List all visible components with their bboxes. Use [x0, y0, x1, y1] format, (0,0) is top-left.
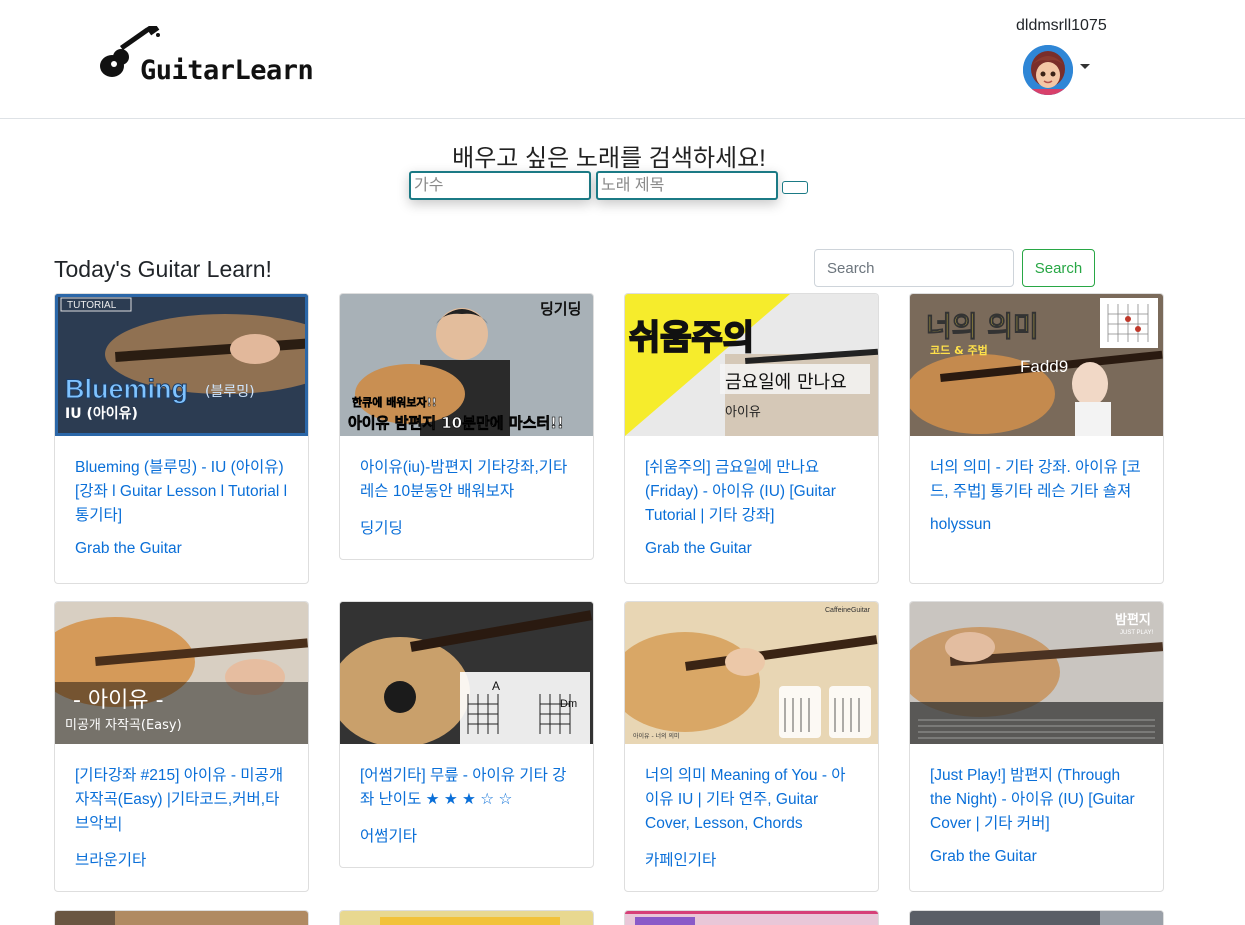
- video-card[interactable]: 딩기딩 한큐에 배워보자!! 아이유 밤편지 10분만에 마스터!! 아이유(i…: [339, 293, 594, 560]
- thumb-channel: 딩기딩: [540, 300, 581, 318]
- thumb-chord-dm: Dm: [560, 698, 577, 710]
- user-avatar[interactable]: [1023, 45, 1073, 95]
- channel-link[interactable]: holyssun: [930, 516, 1143, 534]
- video-card-partial[interactable]: [339, 910, 594, 925]
- thumb-title: 너의 의미: [926, 310, 1039, 343]
- video-card[interactable]: A Dm [어썸기타] 무릎 - 아이유 기타 강좌 난이도 ★ ★ ★ ☆ ☆…: [339, 601, 594, 868]
- thumb-title: 밤편지: [1115, 612, 1151, 628]
- video-title-link[interactable]: 너의 의미 Meaning of You - 아이유 IU | 기타 연주, G…: [645, 764, 858, 836]
- search-input[interactable]: [814, 249, 1014, 287]
- thumb-title: 아이유 - 너의 의미: [633, 732, 680, 740]
- thumb-title: 쉬움주의: [629, 318, 754, 358]
- video-thumbnail[interactable]: A Dm: [340, 602, 593, 744]
- video-card[interactable]: 쉬움주의 금요일에 만나요 아이유 [쉬움주의] 금요일에 만나요 (Frida…: [624, 293, 879, 584]
- thumb-title: - 아이유 -: [73, 688, 164, 713]
- thumb-tag: TUTORIAL: [67, 300, 117, 311]
- video-thumbnail[interactable]: 너의 의미 코드 & 주법 Fadd9: [910, 294, 1163, 436]
- video-card-partial[interactable]: [624, 910, 879, 925]
- video-card[interactable]: - 아이유 - 미공개 자작곡(Easy) [기타강좌 #215] 아이유 - …: [54, 601, 309, 892]
- thumb-subtitle: 코드 & 주법: [930, 343, 988, 357]
- video-card-partial[interactable]: [54, 910, 309, 925]
- video-card-partial[interactable]: [909, 910, 1164, 925]
- video-card[interactable]: CaffeineGuitar 아이유 - 너의 의미 너의 의미 Meaning…: [624, 601, 879, 892]
- video-thumbnail: [625, 911, 878, 925]
- top-navbar: GuitarLearn dldmsrll1075: [0, 0, 1245, 119]
- video-title-link[interactable]: [기타강좌 #215] 아이유 - 미공개 자작곡(Easy) |기타코드,커버…: [75, 764, 288, 836]
- channel-link[interactable]: Grab the Guitar: [645, 540, 858, 558]
- video-title-link[interactable]: [쉬움주의] 금요일에 만나요 (Friday) - 아이유 (IU) [Gui…: [645, 456, 858, 528]
- thumb-title: 아이유 밤편지 10분만에 마스터!!: [348, 414, 564, 432]
- channel-link[interactable]: Grab the Guitar: [930, 848, 1143, 866]
- video-title-link[interactable]: [어썸기타] 무릎 - 아이유 기타 강좌 난이도 ★ ★ ★ ☆ ☆: [360, 764, 573, 812]
- thumb-subtitle: IU (아이유): [65, 405, 138, 422]
- thumb-subtitle: 미공개 자작곡(Easy): [65, 718, 182, 733]
- video-card[interactable]: 너의 의미 코드 & 주법 Fadd9 너의 의미 - 기타 강좌. 아이유 […: [909, 293, 1164, 584]
- song-search-button[interactable]: [782, 181, 808, 194]
- video-thumbnail: [910, 911, 1163, 925]
- dropdown-caret-icon[interactable]: [1080, 64, 1090, 69]
- channel-link[interactable]: 브라운기타: [75, 848, 288, 870]
- video-thumbnail[interactable]: CaffeineGuitar 아이유 - 너의 의미: [625, 602, 878, 744]
- channel-link[interactable]: 딩기딩: [360, 516, 573, 538]
- video-thumbnail[interactable]: TUTORIAL Blueming (블루밍) IU (아이유): [55, 294, 308, 436]
- thumb-paren: (블루밍): [205, 384, 255, 400]
- thumb-small: 아이유: [725, 405, 761, 420]
- username-label: dldmsrll1075: [1016, 17, 1107, 34]
- logo-text: GuitarLearn: [140, 55, 314, 86]
- thumb-small: Fadd9: [1020, 357, 1068, 376]
- channel-link[interactable]: 카페인기타: [645, 848, 858, 870]
- thumb-channel: CaffeineGuitar: [825, 607, 871, 614]
- song-search-title: 배우고 싶은 노래를 검색하세요!: [452, 145, 766, 172]
- singer-input[interactable]: [409, 171, 591, 200]
- thumb-title: Blueming: [65, 374, 188, 404]
- avatar-image: [1023, 45, 1073, 95]
- video-title-link[interactable]: 너의 의미 - 기타 강좌. 아이유 [코드, 주법] 통기타 레슨 기타 숄져: [930, 456, 1143, 504]
- section-title: Today's Guitar Learn!: [54, 256, 272, 282]
- video-thumbnail[interactable]: 딩기딩 한큐에 배워보자!! 아이유 밤편지 10분만에 마스터!!: [340, 294, 593, 436]
- video-thumbnail[interactable]: - 아이유 - 미공개 자작곡(Easy): [55, 602, 308, 744]
- video-title-link[interactable]: [Just Play!] 밤편지 (Through the Night) - 아…: [930, 764, 1143, 836]
- video-thumbnail[interactable]: 쉬움주의 금요일에 만나요 아이유: [625, 294, 878, 436]
- thumb-chord-a: A: [492, 679, 500, 693]
- search-button[interactable]: Search: [1022, 249, 1095, 287]
- video-title-link[interactable]: 아이유(iu)-밤편지 기타강좌,기타레슨 10분동안 배워보자: [360, 456, 573, 504]
- thumb-subtitle: 금요일에 만나요: [725, 372, 847, 393]
- song-title-input[interactable]: [596, 171, 778, 200]
- video-thumbnail[interactable]: 밤편지 JUST PLAY!: [910, 602, 1163, 744]
- site-logo[interactable]: GuitarLearn: [98, 26, 314, 86]
- video-thumbnail: [340, 911, 593, 925]
- video-thumbnail: [55, 911, 308, 925]
- thumb-subtitle: JUST PLAY!: [1120, 630, 1153, 636]
- video-card[interactable]: 밤편지 JUST PLAY! [Just Play!] 밤편지 (Through…: [909, 601, 1164, 892]
- channel-link[interactable]: Grab the Guitar: [75, 540, 288, 558]
- channel-link[interactable]: 어썸기타: [360, 824, 573, 846]
- thumb-small: 한큐에 배워보자!!: [352, 395, 437, 409]
- video-card[interactable]: TUTORIAL Blueming (블루밍) IU (아이유) Bluemin…: [54, 293, 309, 584]
- video-title-link[interactable]: Blueming (블루밍) - IU (아이유) [강좌 l Guitar L…: [75, 456, 288, 528]
